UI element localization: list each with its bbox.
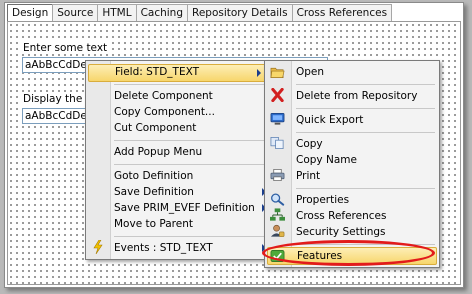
menu-item-label: Events : STD_TEXT <box>114 242 213 254</box>
menu-item-add-popup-menu[interactable]: Add Popup Menu <box>114 144 202 160</box>
menu-item-save-prim-evef-definition[interactable]: Save PRIM_EVEF Definition <box>114 200 266 216</box>
submenu-arrow-icon <box>257 69 261 77</box>
properties-magnifier-icon <box>271 193 285 206</box>
menu-item-delete-from-repository[interactable]: Delete from Repository <box>296 88 417 104</box>
menu-item-label: Save PRIM_EVEF Definition <box>114 202 255 214</box>
menu-item-label: Field: STD_TEXT <box>115 66 199 78</box>
copy-icon <box>270 137 284 149</box>
menu-item-move-to-parent[interactable]: Move to Parent <box>114 216 193 232</box>
menu-item-print[interactable]: Print <box>296 168 320 184</box>
menu-item-events[interactable]: Events : STD_TEXT <box>114 240 266 256</box>
menu-separator <box>114 84 264 85</box>
menu-item-open[interactable]: Open <box>296 64 324 80</box>
menu-item-delete-component[interactable]: Delete Component <box>114 88 213 104</box>
menu-separator <box>296 188 435 189</box>
menu-separator <box>296 84 435 85</box>
menu-item-save-definition[interactable]: Save Definition <box>114 184 266 200</box>
tab-bar: Design Source HTML Caching Repository De… <box>7 4 393 22</box>
menu-item-goto-definition[interactable]: Goto Definition <box>114 168 193 184</box>
submenu: Open Delete from Repository Quick Export… <box>264 60 440 268</box>
menu-item-copy-component[interactable]: Copy Component... <box>114 104 215 120</box>
menu-item-label: Save Definition <box>114 186 194 198</box>
menu-item-cross-references[interactable]: Cross References <box>296 208 386 224</box>
menu-item-security-settings[interactable]: Security Settings <box>296 224 386 240</box>
folder-open-icon <box>270 67 285 78</box>
context-menu: Field: STD_TEXT Delete Component Copy Co… <box>85 60 269 260</box>
cross-references-tree-icon <box>270 208 285 221</box>
label-enter-text: Enter some text <box>22 42 109 54</box>
highlight-oval <box>262 240 435 266</box>
tab-cross-references[interactable]: Cross References <box>291 4 393 21</box>
lightning-icon <box>93 240 103 254</box>
tab-repository-details[interactable]: Repository Details <box>187 4 293 21</box>
menu-item-cut-component[interactable]: Cut Component <box>114 120 196 136</box>
menu-separator <box>296 132 435 133</box>
monitor-export-icon <box>270 113 285 125</box>
tab-caching[interactable]: Caching <box>135 4 188 21</box>
tab-design[interactable]: Design <box>7 4 54 21</box>
tab-html[interactable]: HTML <box>97 4 137 21</box>
menu-separator <box>114 164 264 165</box>
menu-separator <box>114 236 264 237</box>
delete-x-icon <box>271 88 284 102</box>
menu-separator <box>296 108 435 109</box>
print-icon <box>270 169 285 181</box>
menu-item-copy[interactable]: Copy <box>296 136 323 152</box>
menu-item-properties[interactable]: Properties <box>296 192 349 208</box>
menu-separator <box>114 140 264 141</box>
tab-source[interactable]: Source <box>52 4 99 21</box>
menu-item-field-std-text[interactable]: Field: STD_TEXT <box>88 64 266 82</box>
menu-item-quick-export[interactable]: Quick Export <box>296 112 363 128</box>
menu-item-copy-name[interactable]: Copy Name <box>296 152 357 168</box>
menu-gutter <box>86 61 111 259</box>
security-user-icon <box>270 224 285 237</box>
